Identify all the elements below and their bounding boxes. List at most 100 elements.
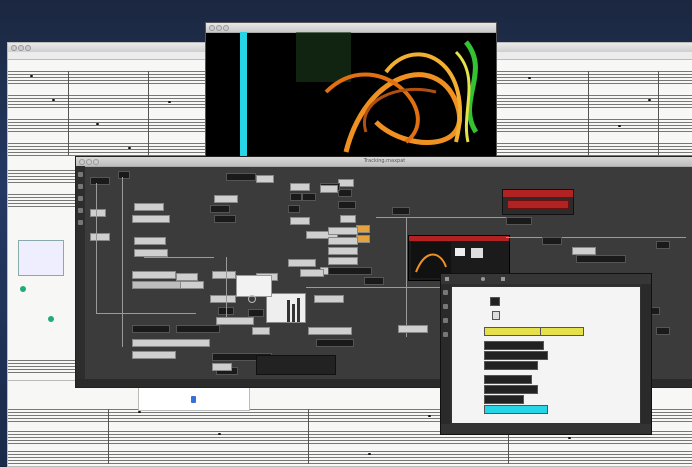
number-icon[interactable] xyxy=(443,332,448,337)
lock-icon[interactable] xyxy=(445,277,449,281)
object-box[interactable] xyxy=(252,327,270,335)
green-dot-icon[interactable] xyxy=(48,316,54,322)
object-box[interactable] xyxy=(210,205,230,213)
green-dot-icon[interactable] xyxy=(20,286,26,292)
object-box[interactable] xyxy=(328,227,358,235)
button-widget[interactable] xyxy=(455,248,465,256)
number-box[interactable] xyxy=(356,225,370,233)
object-box[interactable] xyxy=(132,325,170,333)
object-box[interactable] xyxy=(484,395,524,404)
object-box[interactable] xyxy=(132,271,176,279)
minimize-icon[interactable] xyxy=(86,159,92,165)
object-box[interactable] xyxy=(320,185,338,193)
message-box[interactable] xyxy=(132,281,186,289)
minimize-icon[interactable] xyxy=(18,45,24,51)
object-box[interactable] xyxy=(210,295,236,303)
object-box[interactable] xyxy=(256,175,274,183)
object-box[interactable] xyxy=(656,241,670,249)
object-box[interactable] xyxy=(328,247,358,255)
object-box[interactable] xyxy=(212,271,236,279)
object-box[interactable] xyxy=(288,205,300,213)
patcher-titlebar[interactable]: Tracking.maxpat xyxy=(76,157,692,167)
minimize-icon[interactable] xyxy=(216,25,222,31)
object-box[interactable] xyxy=(484,351,548,360)
object-box[interactable] xyxy=(484,375,532,384)
object-box[interactable] xyxy=(540,327,584,336)
object-box[interactable] xyxy=(90,177,110,185)
grid-button-group[interactable] xyxy=(648,324,668,354)
message-icon[interactable] xyxy=(78,220,83,225)
message-icon[interactable] xyxy=(443,304,448,309)
object-box[interactable] xyxy=(492,311,500,320)
popup-item[interactable] xyxy=(507,200,569,209)
object-box[interactable] xyxy=(132,339,210,347)
object-box[interactable] xyxy=(542,237,562,245)
object-box[interactable] xyxy=(216,317,254,325)
object-box[interactable] xyxy=(132,351,176,359)
plus-icon[interactable] xyxy=(501,277,505,281)
number-box[interactable] xyxy=(356,235,370,243)
object-box[interactable] xyxy=(290,193,302,201)
object-box[interactable] xyxy=(226,173,256,181)
subpatcher-bottom-toolbar[interactable] xyxy=(441,424,651,434)
close-icon[interactable] xyxy=(11,45,17,51)
subpatcher-toolbar[interactable] xyxy=(441,274,651,284)
black-panel[interactable] xyxy=(256,355,336,375)
object-box[interactable] xyxy=(484,385,538,394)
video-canvas[interactable] xyxy=(206,32,496,157)
inlet-box[interactable] xyxy=(490,297,500,306)
object-box[interactable] xyxy=(398,325,428,333)
object-icon[interactable] xyxy=(443,290,448,295)
object-box[interactable] xyxy=(308,327,352,335)
object-box[interactable] xyxy=(364,277,384,285)
object-box[interactable] xyxy=(176,325,220,333)
dropdown-popup[interactable] xyxy=(502,189,574,215)
plus-icon[interactable] xyxy=(78,184,83,189)
object-box[interactable] xyxy=(302,193,316,201)
object-box[interactable] xyxy=(134,249,168,257)
close-icon[interactable] xyxy=(79,159,85,165)
object-box[interactable] xyxy=(340,215,356,223)
comment-icon[interactable] xyxy=(443,318,448,323)
object-box[interactable] xyxy=(338,179,354,187)
object-box[interactable] xyxy=(90,209,106,217)
object-box[interactable] xyxy=(118,171,130,179)
object-box[interactable] xyxy=(176,273,198,281)
object-box[interactable] xyxy=(576,255,626,263)
button-widget[interactable] xyxy=(471,248,483,258)
object-box[interactable] xyxy=(484,405,548,414)
comment-box[interactable] xyxy=(236,275,272,297)
close-icon[interactable] xyxy=(209,25,215,31)
object-box[interactable] xyxy=(328,237,358,245)
object-box[interactable] xyxy=(300,269,324,277)
gear-icon[interactable] xyxy=(481,277,485,281)
object-box[interactable] xyxy=(214,195,238,203)
object-box[interactable] xyxy=(248,309,264,317)
object-box[interactable] xyxy=(338,201,356,209)
object-box[interactable] xyxy=(392,207,410,215)
object-box[interactable] xyxy=(290,217,310,225)
grid-icon[interactable] xyxy=(78,196,83,201)
object-box[interactable] xyxy=(506,217,532,225)
lock-icon[interactable] xyxy=(78,172,83,177)
object-box[interactable] xyxy=(212,363,232,371)
object-box[interactable] xyxy=(328,267,372,275)
zoom-icon[interactable] xyxy=(93,159,99,165)
object-box[interactable] xyxy=(338,189,352,197)
subpatcher-canvas[interactable] xyxy=(451,286,641,424)
object-box[interactable] xyxy=(484,341,544,350)
object-box[interactable] xyxy=(132,185,194,193)
object-box[interactable] xyxy=(90,233,110,241)
object-box[interactable] xyxy=(314,295,344,303)
object-box[interactable] xyxy=(328,257,358,265)
multislider[interactable] xyxy=(266,293,306,323)
object-box[interactable] xyxy=(134,203,164,211)
object-box[interactable] xyxy=(572,247,596,255)
object-box[interactable] xyxy=(214,215,236,223)
dial-icon[interactable] xyxy=(248,295,256,303)
object-box[interactable] xyxy=(290,183,310,191)
object-box[interactable] xyxy=(132,215,170,223)
object-box[interactable] xyxy=(134,237,166,245)
zoom-icon[interactable] xyxy=(223,25,229,31)
object-icon[interactable] xyxy=(78,208,83,213)
